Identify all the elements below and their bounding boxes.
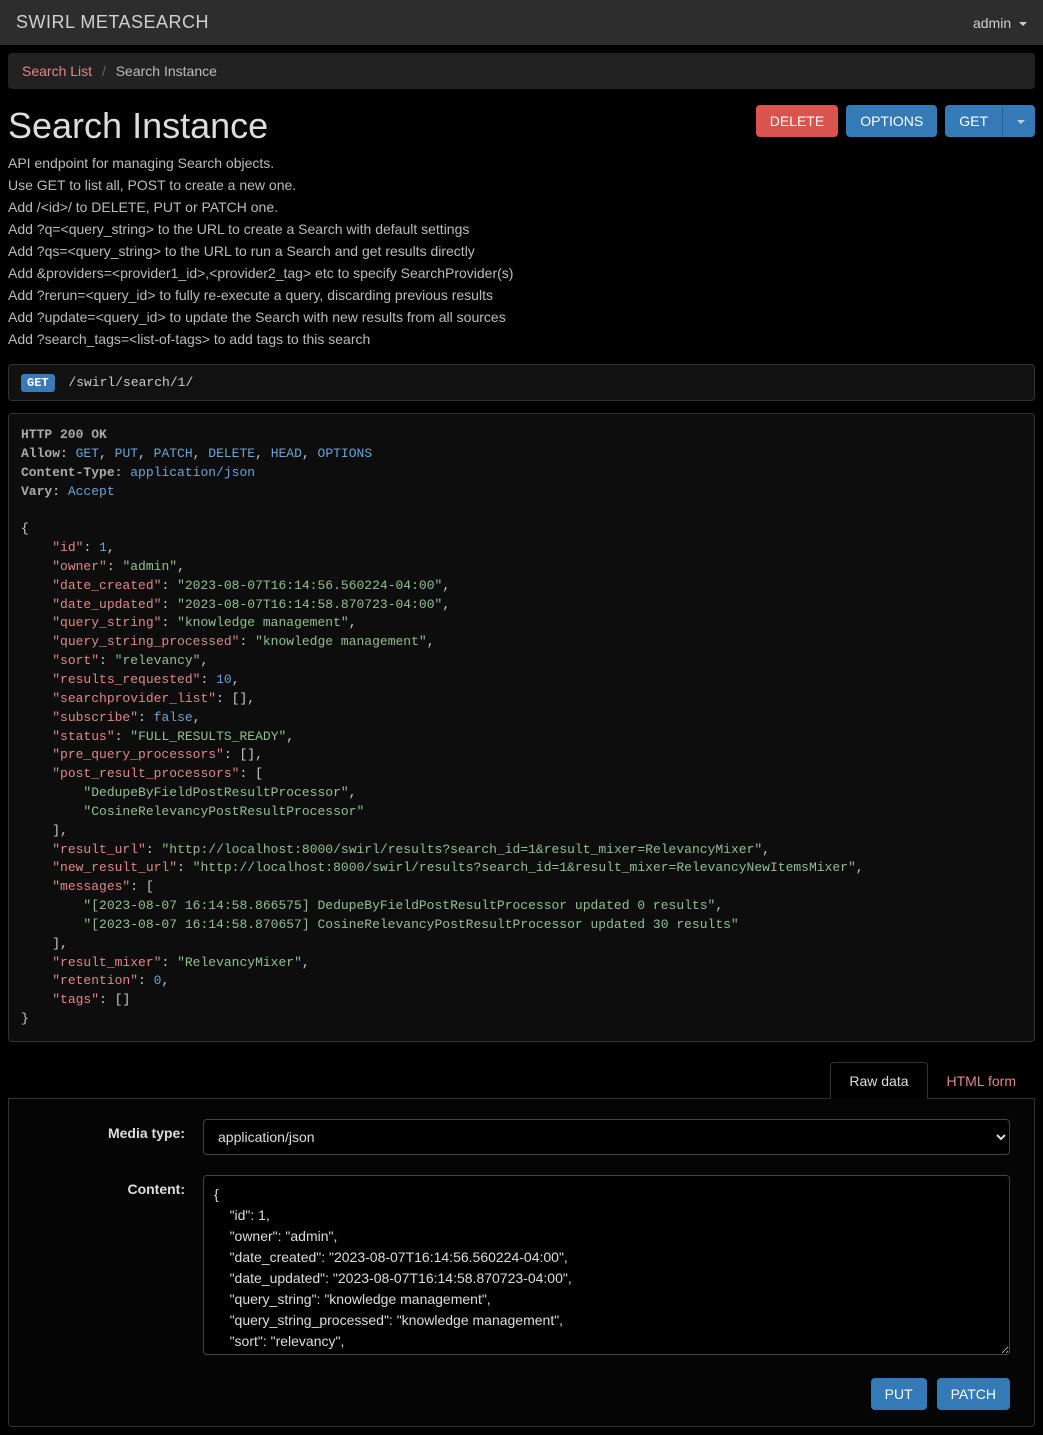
put-button[interactable]: PUT <box>871 1378 927 1410</box>
user-menu[interactable]: admin <box>973 15 1027 31</box>
content-label: Content: <box>33 1175 203 1358</box>
request-path: /swirl/search/1/ <box>68 375 193 390</box>
media-type-label: Media type: <box>33 1119 203 1155</box>
options-button[interactable]: OPTIONS <box>846 105 937 137</box>
breadcrumb-current: Search Instance <box>116 63 217 79</box>
get-button[interactable]: GET <box>945 105 1002 137</box>
chevron-down-icon <box>1017 120 1025 124</box>
breadcrumb: Search List / Search Instance <box>8 53 1035 89</box>
action-buttons: DELETE OPTIONS GET <box>756 105 1035 137</box>
description-line: API endpoint for managing Search objects… <box>8 153 1035 174</box>
patch-button[interactable]: PATCH <box>937 1378 1010 1410</box>
breadcrumb-separator: / <box>102 63 106 79</box>
tab-raw-data[interactable]: Raw data <box>830 1062 927 1099</box>
breadcrumb-search-list[interactable]: Search List <box>22 63 92 79</box>
response-body: HTTP 200 OK Allow: GET, PUT, PATCH, DELE… <box>8 413 1035 1042</box>
form-tabs: Raw data HTML form <box>8 1062 1035 1099</box>
form-panel: Media type: application/json Content: PU… <box>8 1098 1035 1427</box>
http-method-badge: GET <box>21 374 55 392</box>
content-textarea[interactable] <box>203 1175 1010 1355</box>
brand[interactable]: SWIRL METASEARCH <box>16 12 209 33</box>
description-line: Add ?qs=<query_string> to the URL to run… <box>8 241 1035 262</box>
description-line: Use GET to list all, POST to create a ne… <box>8 175 1035 196</box>
user-label: admin <box>973 15 1011 31</box>
description-line: Add ?rerun=<query_id> to fully re-execut… <box>8 285 1035 306</box>
delete-button[interactable]: DELETE <box>756 105 838 137</box>
media-type-select[interactable]: application/json <box>203 1119 1010 1155</box>
api-description: API endpoint for managing Search objects… <box>8 153 1035 350</box>
chevron-down-icon <box>1019 22 1027 26</box>
tab-html-form[interactable]: HTML form <box>928 1062 1035 1099</box>
description-line: Add ?update=<query_id> to update the Sea… <box>8 307 1035 328</box>
page-title: Search Instance <box>8 105 268 147</box>
description-line: Add &providers=<provider1_id>,<provider2… <box>8 263 1035 284</box>
description-line: Add /<id>/ to DELETE, PUT or PATCH one. <box>8 197 1035 218</box>
get-dropdown-button[interactable] <box>1002 105 1035 137</box>
description-line: Add ?search_tags=<list-of-tags> to add t… <box>8 329 1035 350</box>
navbar: SWIRL METASEARCH admin <box>0 0 1043 45</box>
description-line: Add ?q=<query_string> to the URL to crea… <box>8 219 1035 240</box>
request-info: GET /swirl/search/1/ <box>8 364 1035 401</box>
